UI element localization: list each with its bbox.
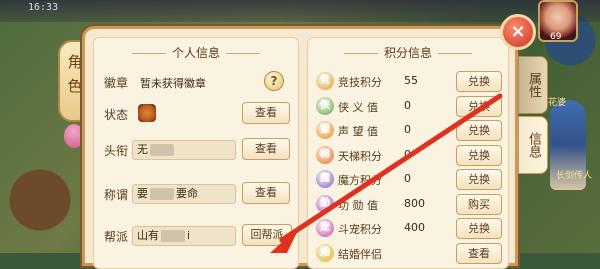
title-value: 无 bbox=[137, 143, 148, 156]
score-action-button[interactable]: 兑换 bbox=[456, 218, 502, 239]
score-label: 声 望 值 bbox=[338, 125, 378, 138]
score-action-button[interactable]: 兑换 bbox=[456, 71, 502, 92]
appellation-view-button[interactable]: 查看 bbox=[242, 182, 290, 204]
score-value: 0 bbox=[404, 172, 411, 185]
blurred-text bbox=[150, 188, 174, 200]
personal-info-title: 个人信息 bbox=[94, 44, 298, 61]
score-action-button[interactable]: 兑换 bbox=[456, 95, 502, 117]
score-value: 400 bbox=[404, 221, 425, 234]
personal-info-title-text: 个人信息 bbox=[171, 46, 220, 60]
badge-label: 徽章 bbox=[104, 76, 129, 90]
score-value: 55 bbox=[404, 74, 418, 87]
appellation-value-b: 要命 bbox=[176, 187, 198, 200]
score-label: 天梯积分 bbox=[338, 149, 382, 163]
score-icon: 梯 bbox=[316, 145, 334, 164]
blurred-text bbox=[161, 230, 185, 242]
score-label: 魔方积分 bbox=[338, 174, 382, 187]
appellation-label: 称谓 bbox=[104, 188, 129, 202]
help-icon[interactable]: ? bbox=[264, 71, 284, 91]
return-guild-button[interactable]: 回帮派 bbox=[242, 224, 292, 246]
score-icon: 魔 bbox=[316, 170, 334, 188]
guild-field: 山有 i bbox=[132, 226, 236, 246]
appellation-field: 要 要命 bbox=[132, 184, 236, 204]
badge-value: 暂未获得徽章 bbox=[140, 77, 206, 90]
score-value: 0 bbox=[404, 98, 411, 112]
score-icon: 勋 bbox=[316, 194, 334, 213]
score-label: 竞技积分 bbox=[338, 76, 382, 89]
score-action-button[interactable]: 查看 bbox=[456, 242, 502, 264]
title-label: 头衔 bbox=[104, 144, 129, 158]
npc-label: 花婆 bbox=[548, 98, 567, 108]
score-action-button[interactable]: 购买 bbox=[456, 193, 502, 215]
score-icon: 宠 bbox=[316, 219, 334, 237]
score-action-button[interactable]: 兑换 bbox=[456, 169, 502, 190]
score-action-button[interactable]: 兑换 bbox=[456, 120, 502, 141]
tab-info[interactable]: 信息 bbox=[518, 116, 548, 174]
score-value: 0 bbox=[404, 123, 411, 136]
score-value: 0 bbox=[404, 147, 411, 161]
score-label: 结婚伴侣 bbox=[338, 247, 382, 261]
score-action-button[interactable]: 兑换 bbox=[456, 144, 502, 166]
character-info-panel: 个人信息 徽章 暂未获得徽章 ? 状态 查看 头衔 无 查看 称谓 要 要命 查看… bbox=[82, 26, 518, 269]
guild-label: 帮派 bbox=[104, 230, 129, 244]
score-label: 侠 义 值 bbox=[338, 100, 378, 114]
player-level: 69 bbox=[550, 32, 562, 42]
lantern-tassel-icon bbox=[64, 124, 84, 148]
title-field: 无 bbox=[132, 140, 236, 160]
blurred-text bbox=[150, 144, 174, 156]
appellation-value-a: 要 bbox=[137, 187, 148, 200]
score-info-title-text: 积分信息 bbox=[383, 46, 432, 60]
guild-value-b: i bbox=[187, 229, 191, 242]
tab-attributes[interactable]: 属性 bbox=[518, 56, 548, 114]
status-effect-icon[interactable] bbox=[138, 104, 156, 122]
close-icon: × bbox=[510, 21, 526, 42]
title-view-button[interactable]: 查看 bbox=[242, 138, 290, 160]
personal-info-pane: 个人信息 徽章 暂未获得徽章 ? 状态 查看 头衔 无 查看 称谓 要 要命 查看… bbox=[93, 37, 299, 269]
score-icon: 竞 bbox=[316, 72, 334, 90]
guild-value-a: 山有 bbox=[137, 229, 159, 242]
npc-label-2: 长剑传人 bbox=[556, 171, 593, 181]
score-icon: 望 bbox=[316, 121, 334, 139]
score-value: 800 bbox=[404, 196, 425, 210]
score-icon: 侠 bbox=[316, 96, 334, 115]
status-label: 状态 bbox=[104, 108, 129, 122]
status-view-button[interactable]: 查看 bbox=[242, 102, 290, 124]
score-label: 功 勋 值 bbox=[338, 198, 378, 212]
clock-text: 16:33 bbox=[28, 2, 59, 13]
score-info-title: 积分信息 bbox=[308, 44, 508, 61]
score-info-pane: 积分信息 竞竞技积分 55 兑换侠侠 义 值 0 兑换望声 望 值 0 兑换梯天梯积分 0 兑换… bbox=[307, 37, 509, 269]
close-button[interactable]: × bbox=[500, 14, 536, 50]
score-label: 斗宠积分 bbox=[338, 223, 382, 236]
